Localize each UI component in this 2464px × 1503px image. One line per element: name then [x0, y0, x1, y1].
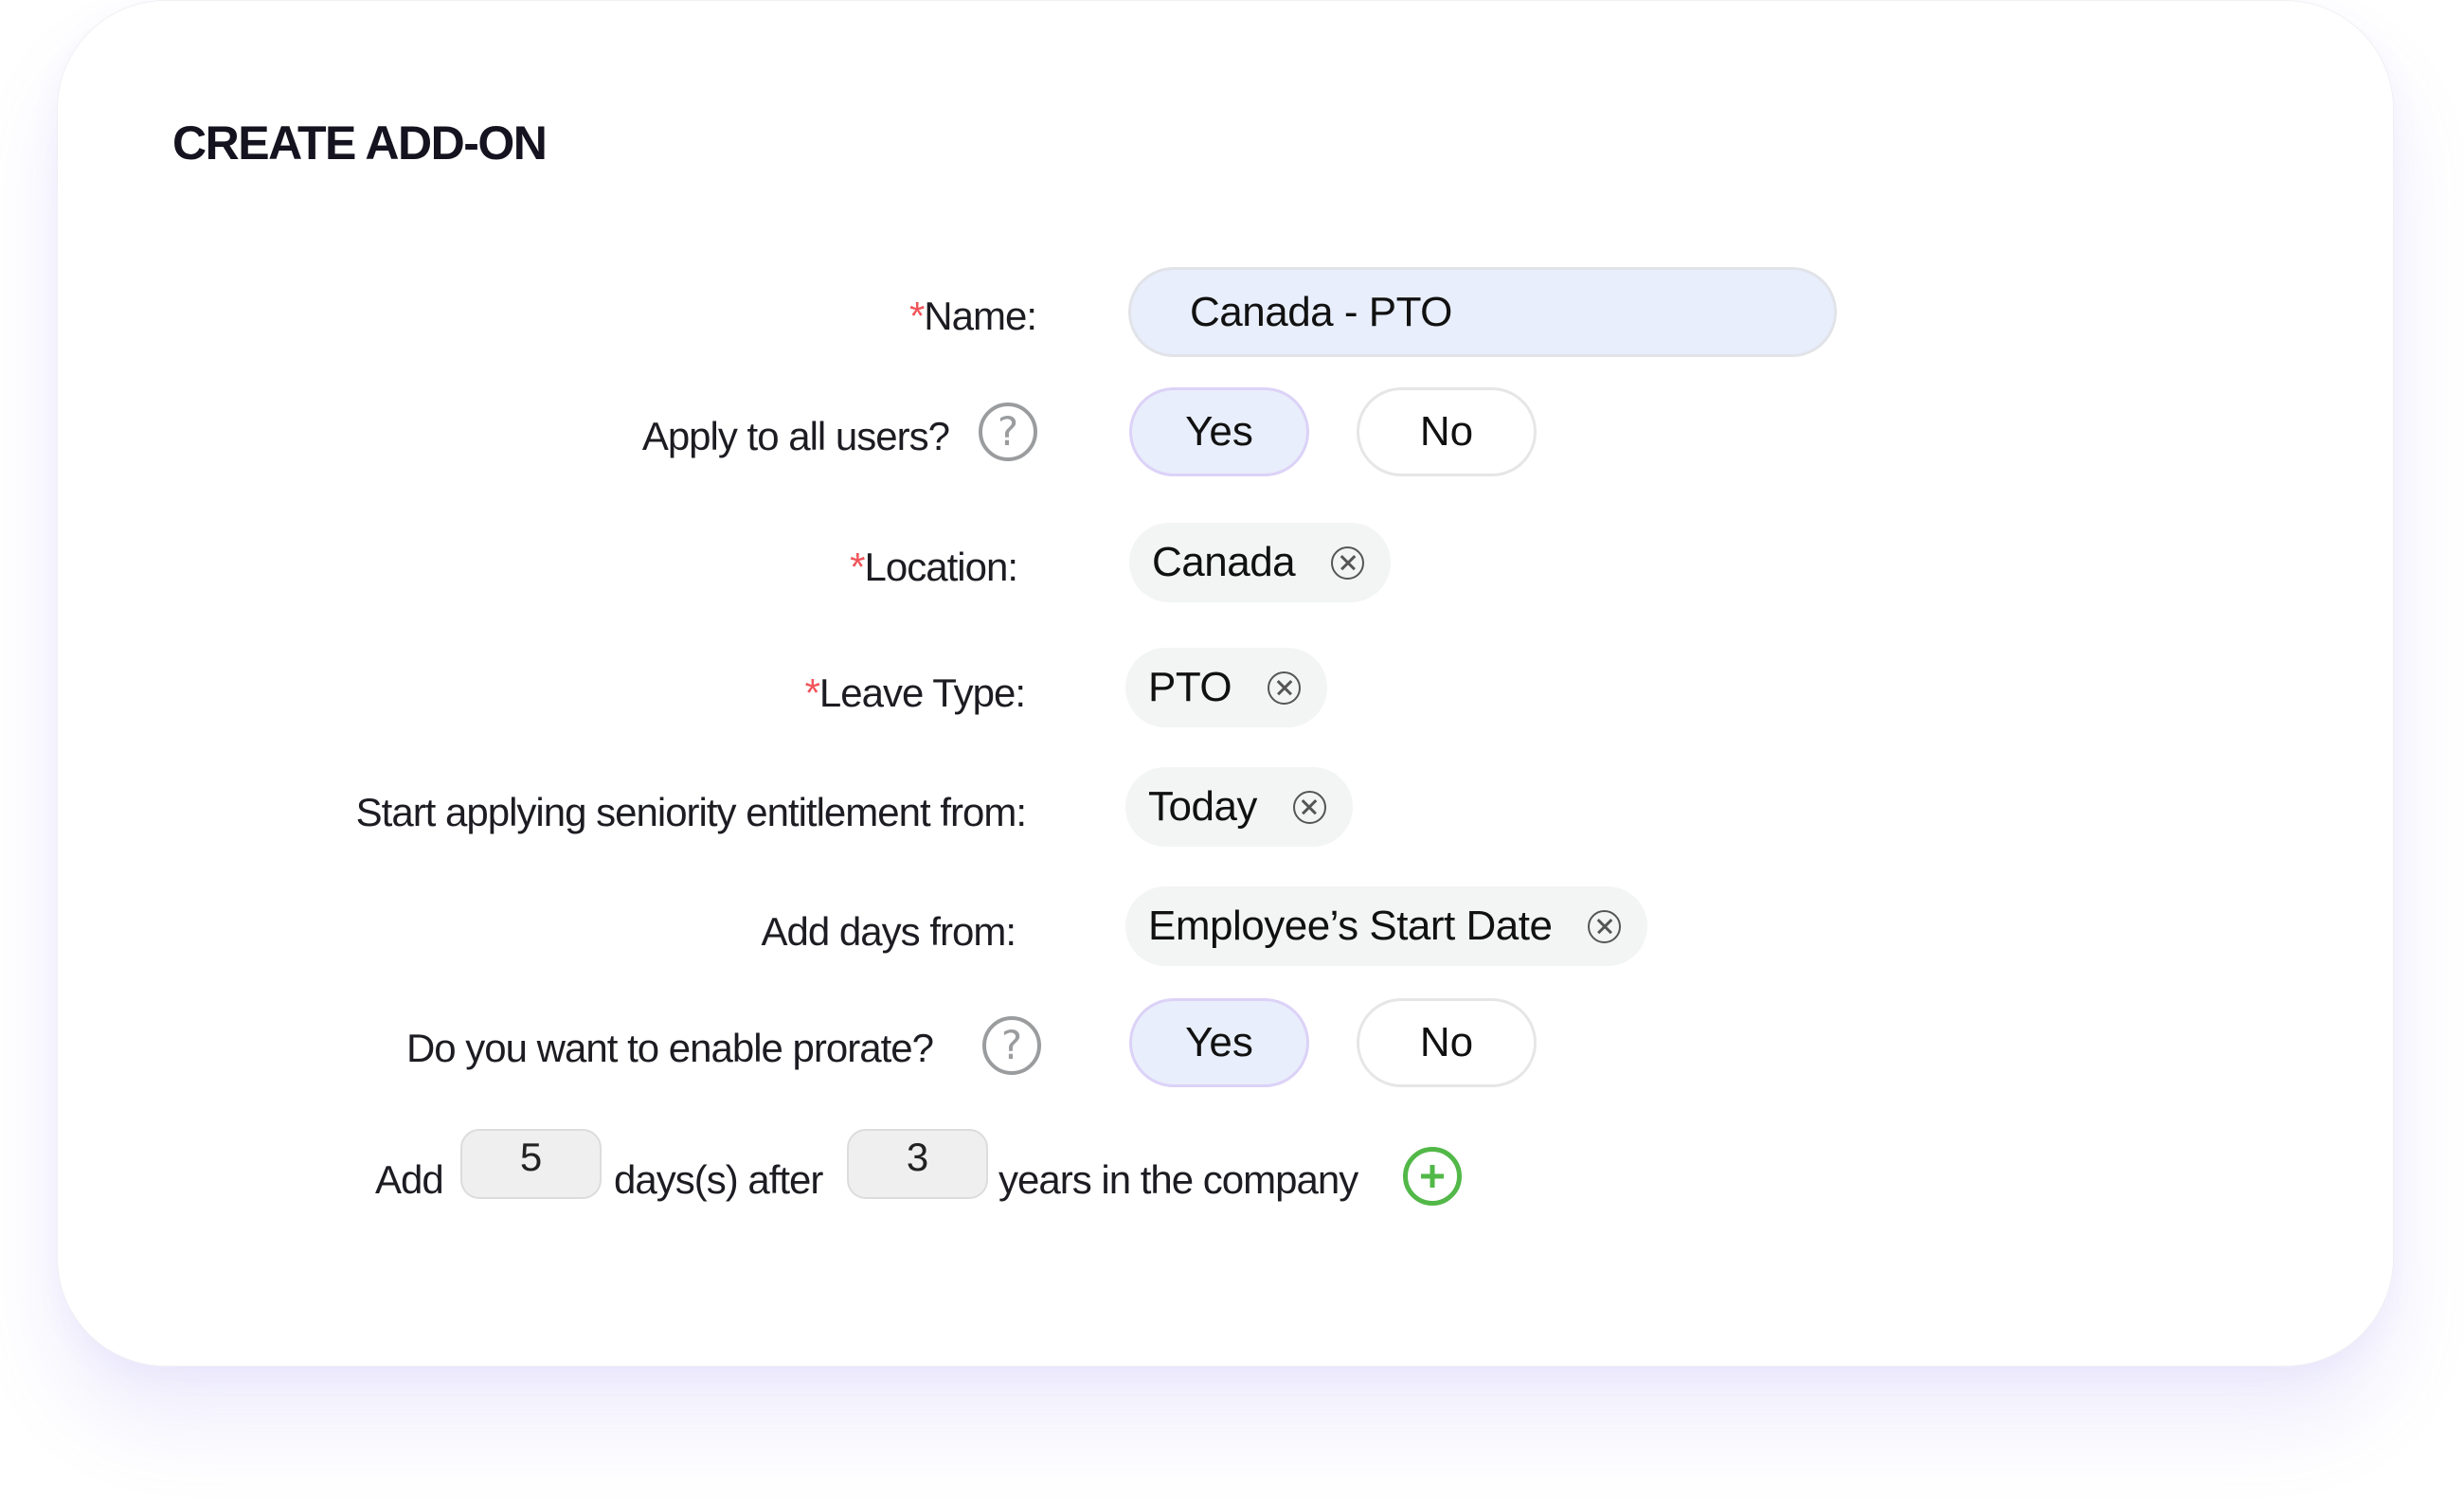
- seniority-start-chip[interactable]: Today: [1125, 767, 1353, 847]
- question-circle-icon[interactable]: ?: [979, 403, 1037, 461]
- add-days-from-chip[interactable]: Employee’s Start Date: [1125, 886, 1648, 966]
- close-circle-icon[interactable]: [1588, 909, 1622, 943]
- apply-to-all-users-yes-button[interactable]: Yes: [1129, 387, 1309, 476]
- prorate-yes-button[interactable]: Yes: [1129, 998, 1309, 1087]
- prorate-label: Do you want to enable prorate?: [405, 1026, 934, 1070]
- leave-type-label: *Leave Type:: [804, 671, 1026, 715]
- page: CREATE ADD-ON *Name: Canada - PTO Apply …: [0, 0, 2464, 1503]
- name-label: *Name:: [908, 294, 1037, 338]
- leave-type-chip[interactable]: PTO: [1125, 648, 1328, 727]
- plus-circle-icon[interactable]: [1403, 1147, 1462, 1206]
- rule-suffix-text: years in the company: [998, 1157, 1358, 1202]
- required-marker: *: [850, 545, 865, 589]
- leave-type-chip-value: PTO: [1148, 664, 1232, 710]
- page-title: CREATE ADD-ON: [172, 116, 548, 170]
- years-input[interactable]: 3: [847, 1129, 988, 1199]
- rule-prefix-text: Add: [375, 1157, 444, 1202]
- seniority-start-chip-value: Today: [1148, 783, 1257, 830]
- location-label: *Location:: [850, 545, 1018, 589]
- question-circle-icon[interactable]: ?: [982, 1016, 1041, 1075]
- close-circle-icon[interactable]: [1268, 671, 1302, 705]
- seniority-start-label: Start applying seniority entitlement fro…: [355, 790, 1027, 834]
- required-marker: *: [804, 671, 820, 715]
- location-chip[interactable]: Canada: [1129, 523, 1392, 602]
- close-circle-icon[interactable]: [1292, 790, 1326, 824]
- apply-to-all-users-no-button[interactable]: No: [1357, 387, 1537, 476]
- days-input[interactable]: 5: [460, 1129, 602, 1199]
- prorate-no-button[interactable]: No: [1357, 998, 1537, 1087]
- add-days-from-label: Add days from:: [761, 909, 1016, 954]
- add-days-from-chip-value: Employee’s Start Date: [1148, 903, 1553, 949]
- required-marker: *: [908, 294, 925, 338]
- location-label-text: Location:: [864, 545, 1018, 589]
- close-circle-icon[interactable]: [1331, 546, 1365, 580]
- name-input[interactable]: Canada - PTO: [1128, 267, 1837, 357]
- leave-type-label-text: Leave Type:: [818, 671, 1026, 715]
- location-chip-value: Canada: [1152, 539, 1296, 585]
- name-label-text: Name:: [924, 294, 1037, 338]
- apply-to-all-users-label: Apply to all users?: [641, 414, 950, 458]
- rule-middle-text: days(s) after: [614, 1157, 823, 1202]
